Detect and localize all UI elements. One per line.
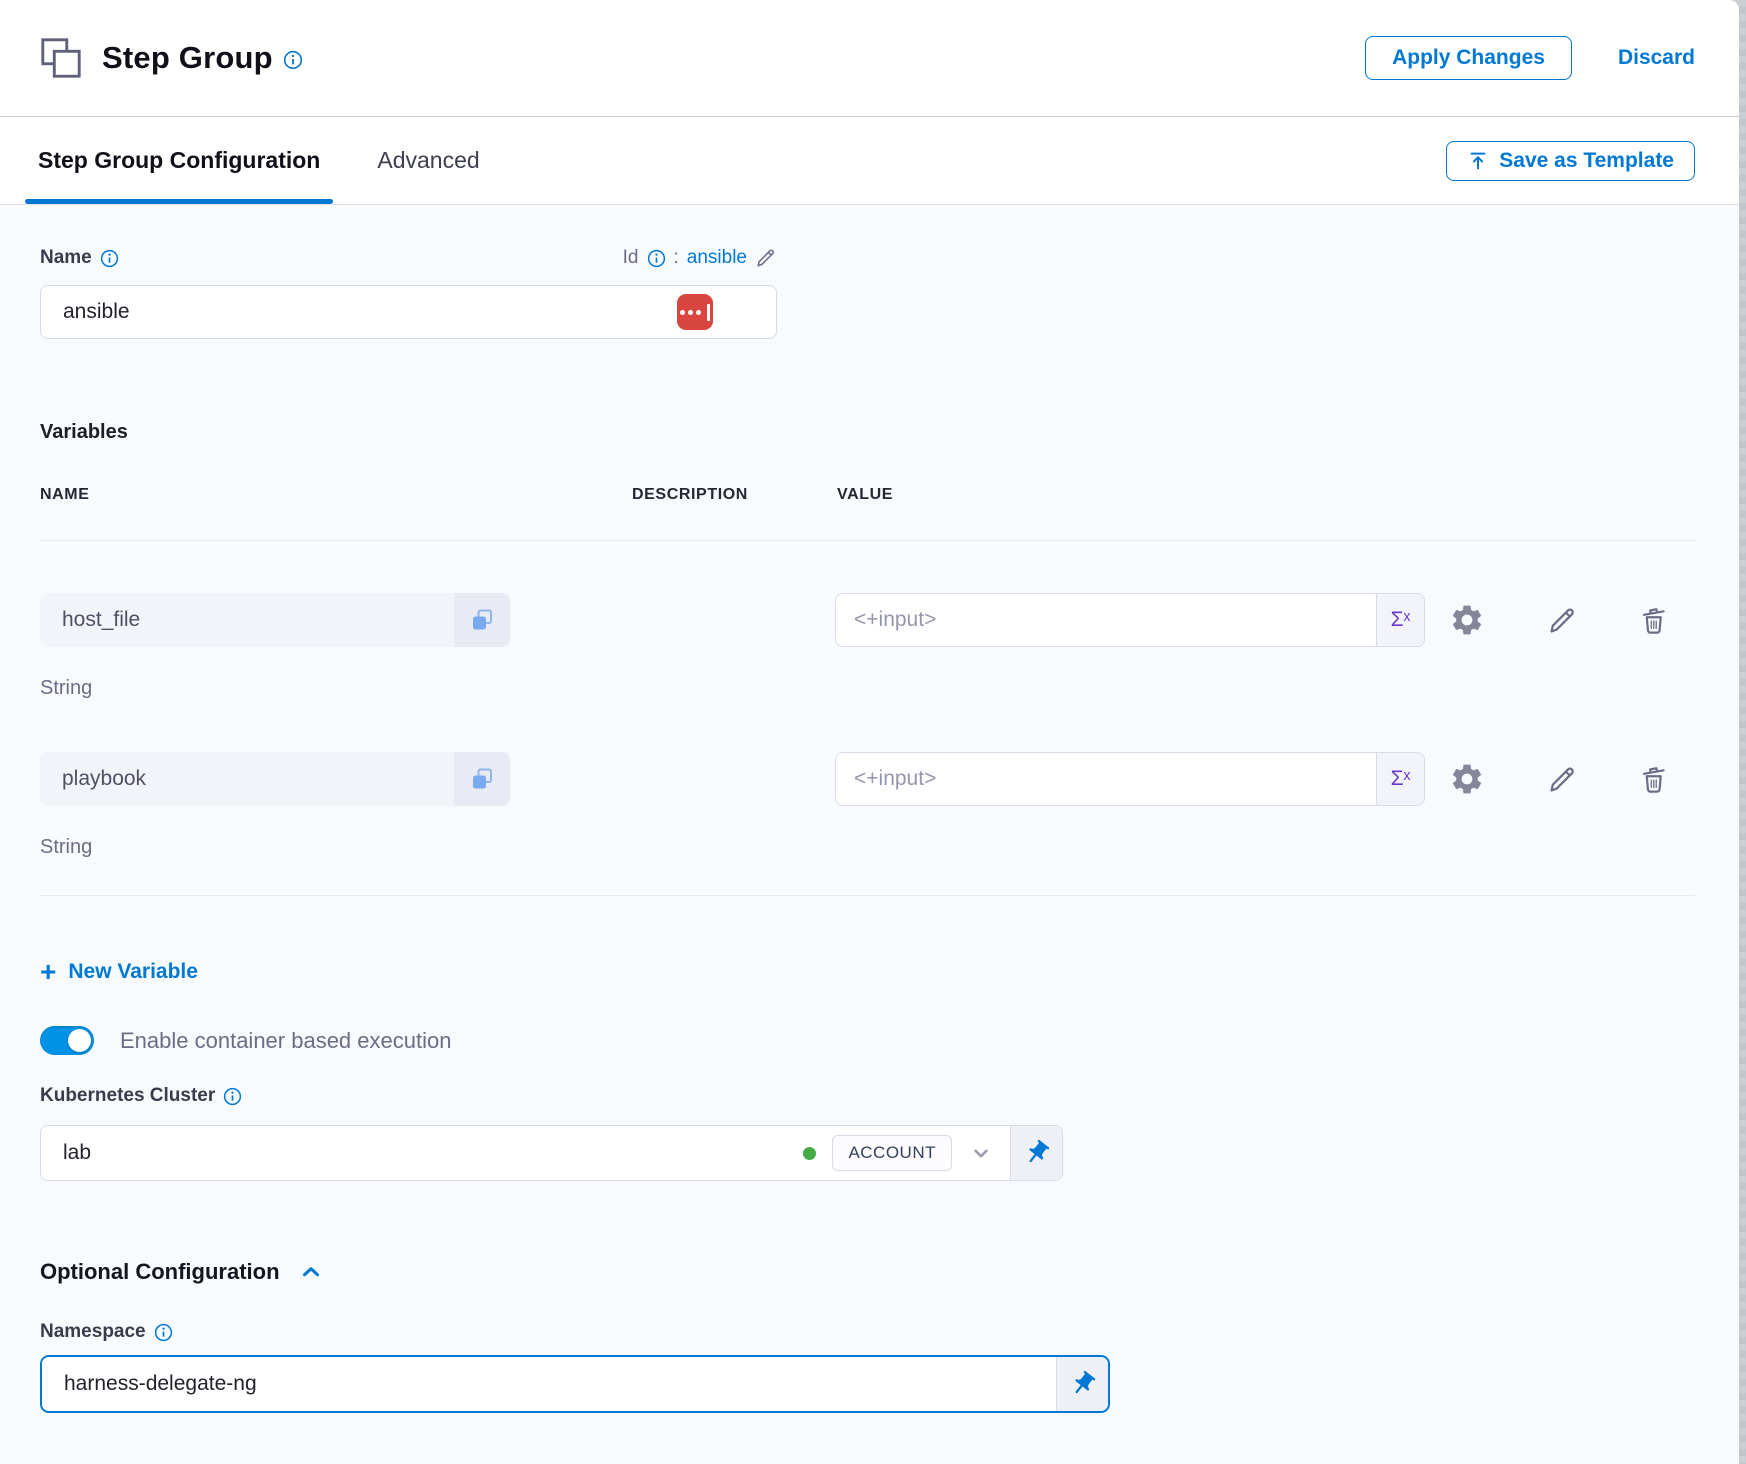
step-group-icon [38,35,84,81]
divider [40,540,1695,541]
new-variable-button[interactable]: + New Variable [40,958,198,986]
kubernetes-cluster-field[interactable]: ACCOUNT [41,1126,1010,1180]
column-header-value: VALUE [837,486,893,504]
name-field-wrap [40,285,777,339]
pin-runtime-input-button[interactable] [1056,1357,1108,1411]
container-execution-label: Enable container based execution [120,1028,451,1054]
id-info-icon[interactable] [647,249,666,268]
copy-variable-button[interactable] [454,593,510,647]
delete-variable-icon[interactable] [1638,605,1669,636]
step-group-info-icon[interactable] [283,50,303,70]
container-execution-toggle[interactable] [40,1026,94,1055]
optional-configuration-header[interactable]: Optional Configuration [40,1259,1695,1285]
namespace-label-group: Namespace [40,1321,173,1343]
name-label-group: Name [40,247,119,269]
save-as-template-button[interactable]: Save as Template [1446,141,1695,181]
upload-icon [1467,150,1489,172]
variables-heading: Variables [40,421,1695,444]
column-header-description: DESCRIPTION [632,486,837,504]
step-group-configuration-form: Name Id : [0,247,1739,1413]
namespace-info-icon[interactable] [154,1323,173,1342]
tab-bar: Step Group Configuration Advanced Save a… [0,117,1739,205]
expression-toggle-button[interactable]: Σˣ [1376,753,1424,805]
plus-icon: + [40,958,56,986]
tab-step-group-configuration[interactable]: Step Group Configuration [38,117,320,204]
edit-id-icon[interactable] [755,247,777,269]
kubernetes-cluster-label-group: Kubernetes Cluster [40,1085,242,1107]
variable-row: Σˣ [40,752,1695,806]
id-label: Id [623,247,639,269]
name-label: Name [40,247,92,269]
tab-advanced[interactable]: Advanced [320,117,479,204]
edit-variable-icon[interactable] [1547,764,1578,795]
variable-settings-icon[interactable] [1449,602,1485,638]
save-as-template-label: Save as Template [1499,149,1674,173]
new-variable-label: New Variable [68,960,198,984]
container-execution-row: Enable container based execution [40,1026,1695,1055]
kubernetes-cluster-input[interactable] [63,1141,787,1165]
variable-value-input[interactable] [836,594,1376,646]
variables-column-headers: NAME DESCRIPTION VALUE [40,486,1695,504]
variable-type-label: String [40,677,1695,700]
id-separator: : [674,247,679,269]
pin-runtime-input-button[interactable] [1010,1126,1062,1180]
panel-header: Step Group Apply Changes Discard [0,0,1739,117]
variable-value-input[interactable] [836,753,1376,805]
id-value: ansible [687,247,747,269]
column-header-name: NAME [40,486,632,504]
page-title: Step Group [102,40,273,76]
edit-variable-icon[interactable] [1547,605,1578,636]
variable-type-label: String [40,836,1695,859]
chevron-down-icon[interactable] [968,1140,994,1166]
divider [40,895,1695,896]
kubernetes-cluster-label: Kubernetes Cluster [40,1085,215,1107]
id-line: Id : ansible [623,247,777,269]
variable-name-input[interactable] [40,593,454,647]
password-manager-icon[interactable] [677,294,713,330]
name-input[interactable] [40,285,777,339]
variable-row: Σˣ [40,593,1695,647]
step-group-panel: Step Group Apply Changes Discard Step Gr… [0,0,1739,1464]
tab-label: Advanced [377,147,479,174]
chevron-up-icon[interactable] [298,1259,324,1285]
connector-status-dot [803,1147,816,1160]
name-info-icon[interactable] [100,249,119,268]
copy-variable-button[interactable] [454,752,510,806]
delete-variable-icon[interactable] [1638,764,1669,795]
variable-name-input[interactable] [40,752,454,806]
optional-configuration-heading: Optional Configuration [40,1259,280,1285]
variable-value-control: Σˣ [835,593,1425,647]
namespace-input[interactable] [42,1357,1056,1411]
expression-toggle-button[interactable]: Σˣ [1376,594,1424,646]
variable-settings-icon[interactable] [1449,761,1485,797]
kubernetes-cluster-info-icon[interactable] [223,1087,242,1106]
variable-value-control: Σˣ [835,752,1425,806]
namespace-label: Namespace [40,1321,146,1343]
kubernetes-cluster-select: ACCOUNT [40,1125,1063,1181]
name-id-row: Name Id : [40,247,777,269]
scope-badge: ACCOUNT [832,1135,952,1171]
tab-label: Step Group Configuration [38,147,320,174]
discard-button[interactable]: Discard [1618,46,1695,70]
namespace-field [40,1355,1110,1413]
variable-name-control [40,593,510,647]
variable-name-control [40,752,510,806]
apply-changes-button[interactable]: Apply Changes [1365,36,1572,80]
